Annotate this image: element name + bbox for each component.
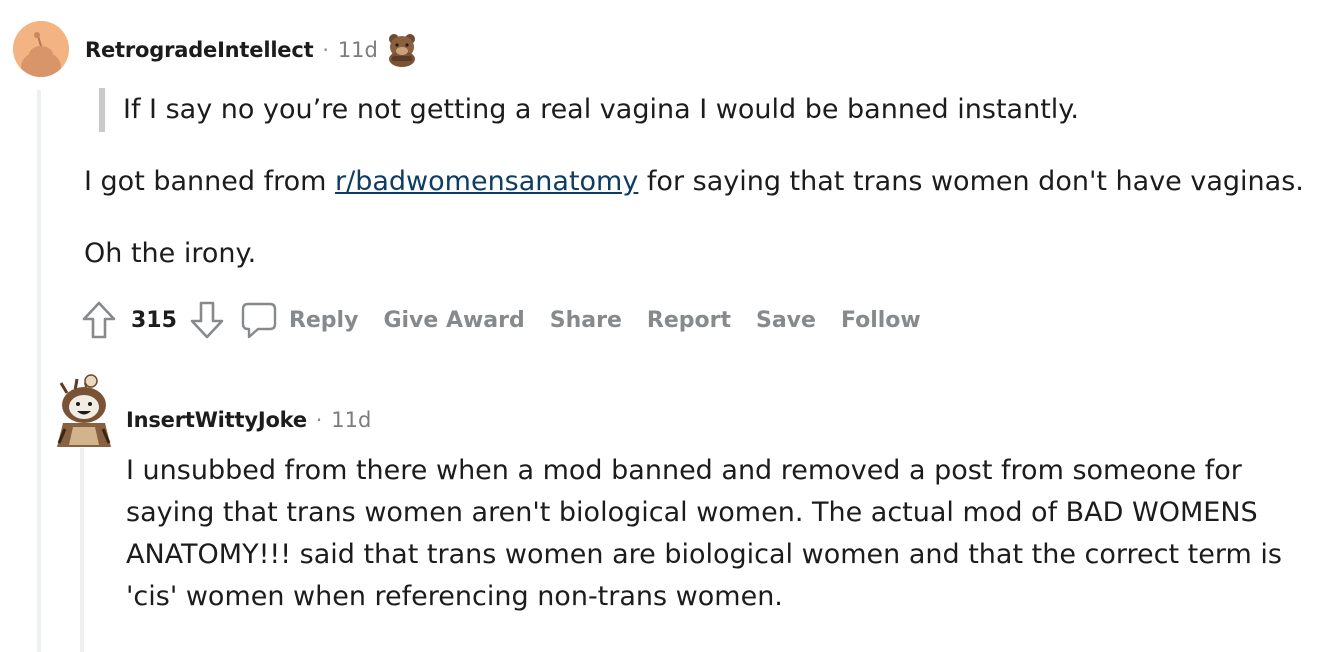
thread-line[interactable]: [37, 90, 41, 652]
paragraph-text: I got banned from: [84, 166, 336, 197]
comment-icon: [240, 300, 278, 340]
snoo-avatar-icon: [13, 21, 69, 77]
subreddit-link[interactable]: r/badwomensanatomy: [335, 166, 638, 197]
downvote-icon[interactable]: [189, 300, 225, 340]
avatar[interactable]: [13, 21, 69, 77]
reply-label: Reply: [288, 307, 359, 333]
upvote-icon[interactable]: [81, 300, 117, 340]
comment-line: ANATOMY!!! said that trans women are bio…: [126, 539, 1282, 570]
username[interactable]: InsertWittyJoke: [126, 408, 307, 432]
username[interactable]: RetrogradeIntellect: [85, 38, 314, 62]
comment-paragraph: Oh the irony.: [84, 238, 257, 269]
award-icon[interactable]: [387, 33, 417, 67]
timestamp[interactable]: 11d: [338, 38, 378, 62]
follow-button[interactable]: Follow: [841, 308, 921, 333]
give-award-button[interactable]: Give Award: [383, 308, 524, 333]
comment-body: I unsubbed from there when a mod banned …: [126, 450, 1282, 618]
avatar[interactable]: [55, 373, 113, 447]
reply-button[interactable]: Reply: [240, 300, 359, 340]
separator-dot: ·: [322, 38, 329, 62]
timestamp[interactable]: 11d: [331, 408, 371, 432]
comment-paragraph: I got banned from r/badwomensanatomy for…: [84, 161, 1304, 203]
blockquote-bar: [99, 88, 105, 132]
share-button[interactable]: Share: [550, 308, 622, 333]
thread-line-nested[interactable]: [80, 448, 84, 652]
comment-line: saying that trans women aren't biologica…: [126, 497, 1258, 528]
report-button[interactable]: Report: [647, 308, 731, 333]
paragraph-text: for saying that trans women don't have v…: [638, 166, 1304, 197]
vote-count: 315: [131, 307, 177, 333]
separator-dot: ·: [315, 408, 323, 432]
save-button[interactable]: Save: [756, 308, 816, 333]
blockquote-text: If I say no you’re not getting a real va…: [123, 94, 1079, 125]
comment-line: 'cis' women when referencing non-trans w…: [126, 581, 783, 612]
comment-line: I unsubbed from there when a mod banned …: [126, 455, 1242, 486]
snoo-avatar-icon: [57, 374, 111, 447]
